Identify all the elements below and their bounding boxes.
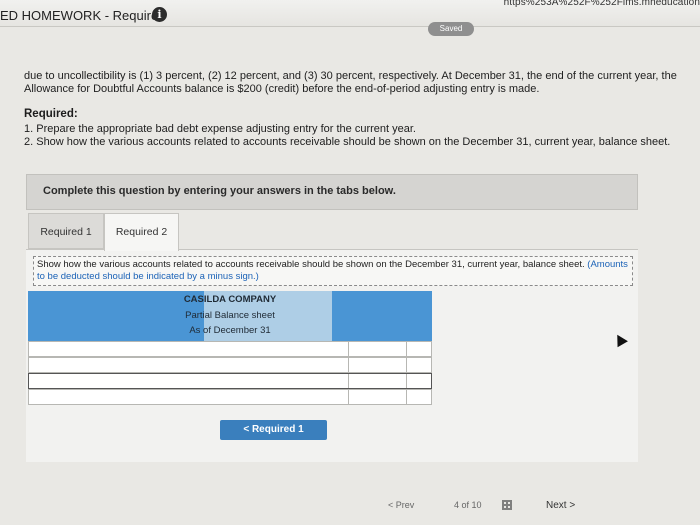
balance-sheet-table: CASILDA COMPANY Partial Balance sheet As… [28, 291, 432, 407]
statement-title: Partial Balance sheet [185, 310, 275, 321]
problem-paragraph: due to uncollectibility is (1) 3 percent… [24, 70, 677, 95]
amount-input[interactable] [349, 342, 407, 356]
account-input[interactable] [29, 358, 349, 372]
statement-date: As of December 31 [189, 325, 271, 336]
instruction-text: Show how the various accounts related to… [37, 259, 585, 270]
tab-required-2[interactable]: Required 2 [104, 213, 179, 251]
account-input[interactable] [29, 390, 349, 404]
complete-question-text: Complete this question by entering your … [43, 185, 396, 197]
balance-sheet-header: CASILDA COMPANY Partial Balance sheet As… [28, 291, 432, 341]
assignment-title: ED HOMEWORK - Required [0, 8, 166, 23]
next-button[interactable]: Next > [546, 500, 575, 511]
tab-required-1[interactable]: Required 1 [28, 213, 104, 249]
table-row [28, 389, 432, 405]
instruction-box: Show how the various accounts related to… [33, 256, 633, 286]
info-icon[interactable]: i [152, 7, 167, 22]
amount-input[interactable] [349, 390, 407, 404]
required-heading: Required: [24, 108, 78, 120]
grid-icon[interactable] [502, 500, 512, 510]
page-indicator: 4 of 10 [454, 500, 482, 510]
complete-question-banner: Complete this question by entering your … [26, 174, 638, 210]
table-row [28, 341, 432, 357]
account-input[interactable] [29, 342, 349, 356]
url-text: https%253A%252F%252Flms.mheducation [503, 0, 700, 8]
browser-top-bar: https%253A%252F%252Flms.mheducation ED H… [0, 0, 700, 27]
amount-input[interactable] [349, 358, 407, 372]
requirement-2-text: 2. Show how the various accounts related… [24, 136, 671, 148]
required-1-back-button[interactable]: < Required 1 [220, 420, 327, 440]
requirement-1-text: 1. Prepare the appropriate bad debt expe… [24, 123, 416, 135]
company-name: CASILDA COMPANY [183, 294, 277, 305]
table-row [28, 357, 432, 373]
prev-button[interactable]: < Prev [388, 500, 414, 510]
account-input[interactable] [29, 374, 349, 388]
amount-input[interactable] [349, 374, 407, 388]
table-row [28, 373, 432, 389]
saved-badge: Saved [428, 22, 474, 36]
